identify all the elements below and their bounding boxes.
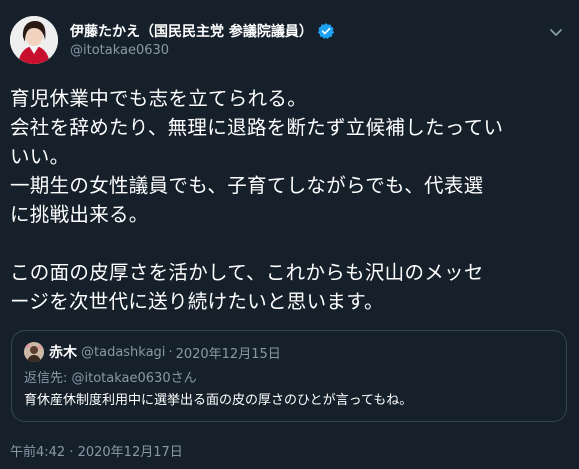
author-handle[interactable]: @itotakae0630 bbox=[70, 43, 335, 58]
verified-badge-icon bbox=[317, 22, 335, 40]
author-avatar[interactable] bbox=[10, 16, 58, 64]
tweet-card: 伊藤たかえ（国民民主党 参議院議員） @itotakae0630 育児休業中でも… bbox=[0, 0, 579, 469]
quoted-author-avatar bbox=[24, 342, 44, 362]
tweet-timestamp[interactable]: 午前4:42 · 2020年12月17日 bbox=[10, 441, 183, 460]
display-name-row: 伊藤たかえ（国民民主党 参議院議員） bbox=[70, 21, 335, 41]
quoted-tweet-text: 育休産休制度利用中に選挙出る面の皮の厚さのひとが言ってもね。 bbox=[24, 393, 413, 408]
quoted-tweet[interactable]: 赤木 @tadashkagi · 2020年12月15日 返信先: @itota… bbox=[11, 330, 567, 422]
chevron-down-icon[interactable] bbox=[548, 24, 564, 40]
author-display-name[interactable]: 伊藤たかえ（国民民主党 参議院議員） bbox=[70, 21, 313, 41]
dot-separator: · bbox=[168, 344, 173, 360]
tweet-header: 伊藤たかえ（国民民主党 参議院議員） @itotakae0630 bbox=[10, 16, 570, 64]
quoted-author-handle: @tadashkagi bbox=[81, 344, 166, 360]
quoted-author-name: 赤木 bbox=[49, 345, 77, 361]
avatar-icon bbox=[24, 342, 44, 362]
quoted-tweet-header: 赤木 @tadashkagi · 2020年12月15日 bbox=[24, 342, 281, 362]
profile-photo-icon bbox=[10, 16, 58, 64]
reply-to-label: 返信先: @itotakae0630さん bbox=[24, 371, 197, 386]
tweet-text: 育児休業中でも志を立てられる。 会社を辞めたり、無理に退路を断たず立候補したって… bbox=[10, 87, 504, 313]
quoted-tweet-date: 2020年12月15日 bbox=[175, 346, 281, 362]
author-block: 伊藤たかえ（国民民主党 参議院議員） @itotakae0630 bbox=[70, 21, 335, 58]
